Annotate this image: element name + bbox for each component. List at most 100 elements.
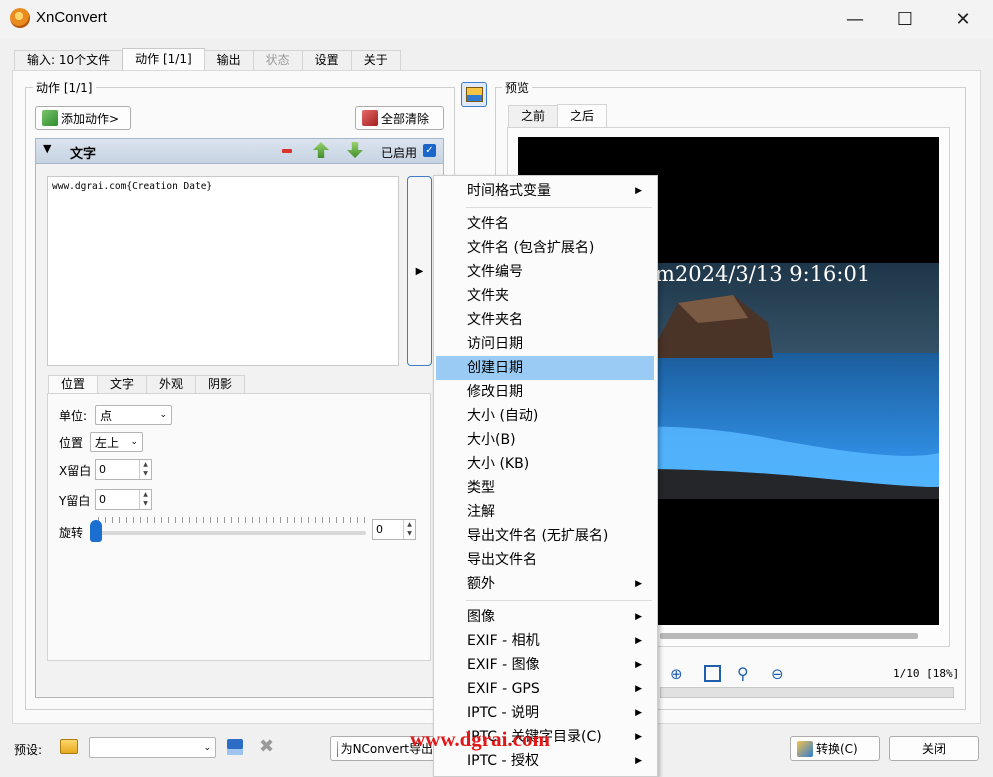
menu-item-exif-camera[interactable]: EXIF - 相机 ▶	[436, 629, 654, 653]
submenu-arrow-icon: ▶	[635, 612, 642, 622]
zoom-in-icon[interactable]: ⊕	[670, 665, 690, 683]
clear-all-label: 全部清除	[381, 111, 430, 126]
menu-item-type[interactable]: 类型	[436, 476, 654, 500]
position-select[interactable]: 左上 ⌄	[90, 432, 143, 452]
progress-bar	[660, 687, 954, 698]
menu-item-folder[interactable]: 文件夹	[436, 284, 654, 308]
menu-item-export-name-noext[interactable]: 导出文件名 (无扩展名)	[436, 524, 654, 548]
rotate-label: 旋转	[59, 526, 84, 540]
preview-legend: 预览	[502, 79, 533, 96]
spin-arrows-icon[interactable]: ▲ ▼	[139, 490, 151, 509]
action-item-title: 文字	[70, 147, 97, 162]
actions-legend: 动作 [1/1]	[33, 79, 96, 96]
menu-item-comment[interactable]: 注解	[436, 500, 654, 524]
delete-icon[interactable]: ✖	[259, 736, 274, 757]
preset-label: 预设:	[14, 743, 43, 757]
window-title: XnConvert	[36, 9, 107, 26]
slider-ticks	[98, 517, 366, 523]
menu-item-iptc-rights[interactable]: IPTC - 授权 ▶	[436, 749, 654, 773]
menu-item-export-name[interactable]: 导出文件名	[436, 548, 654, 572]
rotate-slider-track[interactable]	[98, 531, 366, 535]
close-label: 关闭	[921, 742, 946, 756]
spin-arrows-icon[interactable]: ▲ ▼	[403, 520, 415, 539]
save-icon[interactable]	[227, 739, 243, 755]
play-arrow-icon: ▶	[415, 265, 424, 277]
menu-item-image[interactable]: 图像 ▶	[436, 605, 654, 629]
tab-actions[interactable]: 动作 [1/1]	[122, 48, 205, 70]
magnifier-icon[interactable]: ⚲	[737, 664, 749, 683]
preview-scrollbar[interactable]	[660, 633, 918, 639]
y-margin-stepper[interactable]: 0 ▲ ▼	[95, 489, 152, 510]
unit-select[interactable]: 点 ⌄	[95, 405, 172, 425]
preview-toggle-button[interactable]	[461, 82, 487, 107]
subtab-text[interactable]: 文字	[97, 375, 148, 393]
insert-variable-button[interactable]: ▶	[407, 176, 432, 366]
menu-item-filename[interactable]: 文件名	[436, 212, 654, 236]
tab-about[interactable]: 关于	[350, 50, 401, 70]
minus-icon[interactable]	[282, 149, 292, 153]
tab-after[interactable]: 之后	[557, 104, 608, 127]
y-margin-label: Y留白	[59, 494, 91, 508]
menu-item-file-number[interactable]: 文件编号	[436, 260, 654, 284]
menu-separator	[466, 207, 652, 208]
rotate-stepper[interactable]: 0 ▲ ▼	[372, 519, 416, 540]
menu-item-time-format[interactable]: 时间格式变量 ▶	[436, 179, 654, 203]
text-input[interactable]: www.dgrai.com{Creation Date}	[47, 176, 399, 366]
collapse-triangle-icon[interactable]: ▼	[43, 142, 51, 155]
clear-all-icon	[362, 110, 378, 126]
spin-arrows-icon[interactable]: ▲ ▼	[139, 460, 151, 479]
convert-button[interactable]: 转换(C)	[790, 736, 880, 761]
clear-all-button[interactable]: 全部清除	[355, 106, 444, 130]
menu-item-extra[interactable]: 额外 ▶	[436, 572, 654, 596]
fit-screen-icon[interactable]	[704, 665, 721, 682]
rotate-value: 0	[376, 523, 383, 536]
tab-status[interactable]: 状态	[252, 50, 303, 70]
menu-item-size-b[interactable]: 大小(B)	[436, 428, 654, 452]
menu-item-modified-date[interactable]: 修改日期	[436, 380, 654, 404]
chevron-down-icon: ⌄	[159, 410, 167, 420]
submenu-arrow-icon: ▶	[635, 660, 642, 670]
subtab-position[interactable]: 位置	[48, 375, 99, 393]
menu-item-size-kb[interactable]: 大小 (KB)	[436, 452, 654, 476]
y-margin-value: 0	[99, 493, 106, 506]
tab-before[interactable]: 之前	[508, 105, 559, 127]
tab-settings[interactable]: 设置	[301, 50, 352, 70]
maximize-button[interactable]: ☐	[880, 0, 930, 38]
x-margin-stepper[interactable]: 0 ▲ ▼	[95, 459, 152, 480]
submenu-arrow-icon: ▶	[635, 684, 642, 694]
close-button[interactable]: 关闭	[889, 736, 979, 761]
add-action-icon	[42, 110, 58, 126]
enabled-checkbox[interactable]: ✓	[423, 144, 436, 157]
menu-item-folder-name[interactable]: 文件夹名	[436, 308, 654, 332]
menu-item-exif-gps[interactable]: EXIF - GPS ▶	[436, 677, 654, 701]
submenu-arrow-icon: ▶	[635, 732, 642, 742]
menu-item-filename-ext[interactable]: 文件名 (包含扩展名)	[436, 236, 654, 260]
submenu-arrow-icon: ▶	[635, 579, 642, 589]
menu-item-access-date[interactable]: 访问日期	[436, 332, 654, 356]
subtab-shadow[interactable]: 阴影	[195, 375, 246, 393]
close-window-button[interactable]: ✕	[938, 0, 988, 38]
zoom-out-icon[interactable]: ⊖	[771, 665, 784, 683]
add-action-label: 添加动作>	[61, 111, 120, 126]
position-value: 左上	[95, 435, 120, 450]
menu-item-creation-date[interactable]: 创建日期	[436, 356, 654, 380]
settings-subtabs: 位置 文字 外观 阴影	[48, 375, 246, 393]
preview-tabs: 之前 之后	[508, 104, 608, 127]
position-label: 位置	[59, 436, 84, 450]
menu-separator	[466, 600, 652, 601]
subtab-appearance[interactable]: 外观	[146, 375, 197, 393]
menu-item-iptc-caption[interactable]: IPTC - 说明 ▶	[436, 701, 654, 725]
preset-select[interactable]: ⌄	[89, 737, 216, 758]
tab-input[interactable]: 输入: 10个文件	[14, 50, 124, 70]
chevron-down-icon: ⌄	[203, 742, 211, 753]
enabled-label: 已启用	[381, 146, 418, 160]
menu-item-size-auto[interactable]: 大小 (自动)	[436, 404, 654, 428]
folder-icon[interactable]	[60, 739, 78, 754]
tab-output[interactable]: 输出	[203, 50, 254, 70]
chevron-down-icon: ⌄	[130, 437, 138, 447]
add-action-button[interactable]: 添加动作>	[35, 106, 131, 130]
preview-overlay-text: m2024/3/13 9:16:01	[655, 262, 871, 286]
minimize-button[interactable]: —	[830, 0, 880, 38]
menu-item-exif-image[interactable]: EXIF - 图像 ▶	[436, 653, 654, 677]
rotate-slider-handle[interactable]	[90, 520, 102, 542]
